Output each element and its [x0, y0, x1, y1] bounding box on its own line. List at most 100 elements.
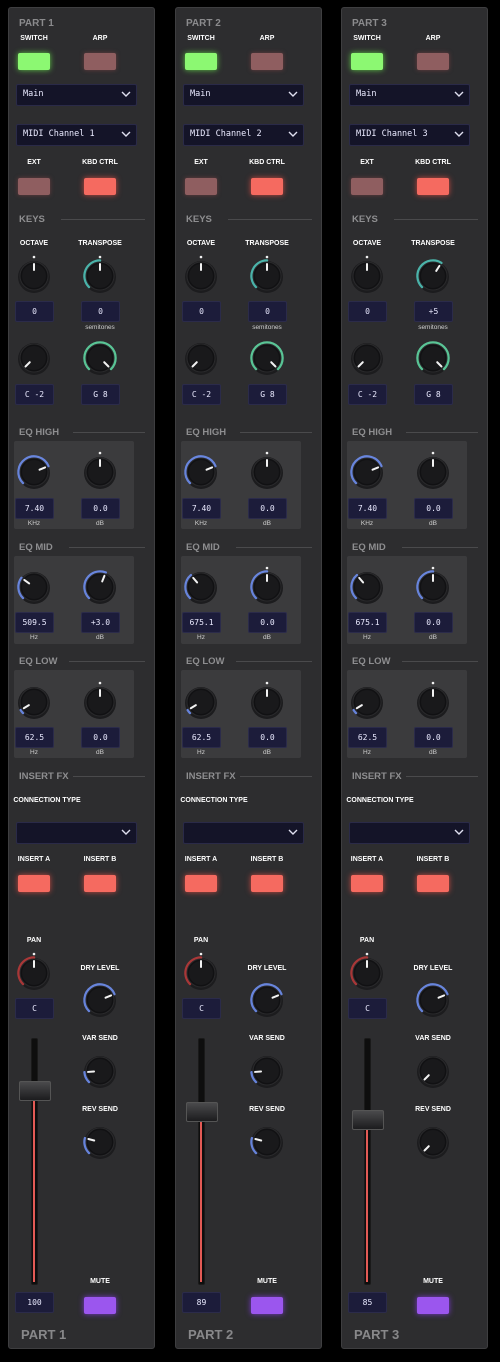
level-fader-handle[interactable]	[352, 1110, 384, 1130]
insert-b-button[interactable]	[84, 875, 116, 892]
mute-button[interactable]	[251, 1297, 283, 1314]
eq-low-freq-unit: Hz	[197, 749, 205, 756]
eq-mid-freq-unit: Hz	[30, 634, 38, 641]
insert-b-label: INSERT B	[83, 856, 117, 863]
output-route-dropdown[interactable]: Main	[183, 84, 304, 106]
connection-type-dropdown[interactable]	[16, 822, 137, 844]
insert-a-button[interactable]	[185, 875, 217, 892]
kbd-ctrl-button[interactable]	[417, 178, 449, 195]
eq-mid-heading: EQ MID	[186, 542, 220, 553]
section-divider	[73, 432, 145, 433]
eq-high-freq-unit: KHz	[360, 520, 374, 527]
ext-button[interactable]	[351, 178, 383, 195]
chevron-down-icon	[454, 829, 464, 835]
mute-button[interactable]	[84, 1297, 116, 1314]
output-route-dropdown[interactable]: Main	[16, 84, 137, 106]
level-fader-fill	[200, 1121, 202, 1282]
eq-high-gain-unit: dB	[429, 520, 437, 527]
section-divider	[406, 776, 478, 777]
arp-button[interactable]	[84, 53, 116, 70]
transpose-unit: semitones	[85, 324, 115, 331]
eq-mid-gain-value: +3.0	[81, 612, 120, 633]
kbd-ctrl-label: KBD CTRL	[82, 159, 118, 166]
section-divider	[69, 661, 145, 662]
pan-value: C	[15, 998, 54, 1019]
level-fader-track[interactable]	[364, 1038, 371, 1285]
part-title: PART 3	[352, 18, 387, 29]
level-value: 89	[182, 1292, 221, 1313]
eq-low-gain-unit: dB	[263, 749, 271, 756]
midi-channel-value: MIDI Channel 2	[190, 129, 262, 139]
kbd-ctrl-button[interactable]	[84, 178, 116, 195]
level-fader-track[interactable]	[198, 1038, 205, 1285]
insert-b-label: INSERT B	[416, 856, 450, 863]
ext-button[interactable]	[18, 178, 50, 195]
eq-low-freq-value: 62.5	[348, 727, 387, 748]
eq-mid-gain-unit: dB	[263, 634, 271, 641]
eq-mid-freq-value: 509.5	[15, 612, 54, 633]
section-divider	[240, 776, 312, 777]
rev-send-knob[interactable]	[176, 8, 283, 1159]
midi-channel-dropdown[interactable]: MIDI Channel 3	[349, 124, 470, 146]
output-route-dropdown[interactable]: Main	[349, 84, 470, 106]
level-fader-handle[interactable]	[19, 1081, 51, 1101]
keys-heading: KEYS	[186, 214, 212, 225]
connection-type-dropdown[interactable]	[183, 822, 304, 844]
dry-level-label: DRY LEVEL	[247, 965, 287, 972]
ext-button[interactable]	[185, 178, 217, 195]
insert-a-button[interactable]	[18, 875, 50, 892]
switch-button[interactable]	[18, 53, 50, 70]
eq-low-gain-value: 0.0	[248, 727, 287, 748]
transpose-label: TRANSPOSE	[245, 240, 289, 247]
level-fader-handle[interactable]	[186, 1102, 218, 1122]
eq-high-freq-value: 7.40	[15, 498, 54, 519]
var-send-label: VAR SEND	[82, 1035, 118, 1042]
var-send-label: VAR SEND	[415, 1035, 451, 1042]
switch-label: SWITCH	[353, 35, 381, 42]
mute-button[interactable]	[417, 1297, 449, 1314]
switch-button[interactable]	[351, 53, 383, 70]
connection-type-dropdown[interactable]	[349, 822, 470, 844]
pan-value: C	[348, 998, 387, 1019]
eq-mid-heading: EQ MID	[352, 542, 386, 553]
octave-value: 0	[182, 301, 221, 322]
note-high-value: G 8	[248, 384, 287, 405]
output-route-value: Main	[190, 89, 211, 99]
section-divider	[406, 432, 478, 433]
arp-button[interactable]	[251, 53, 283, 70]
eq-low-freq-value: 62.5	[182, 727, 221, 748]
chevron-down-icon	[121, 91, 131, 97]
midi-channel-value: MIDI Channel 3	[356, 129, 428, 139]
section-divider	[394, 219, 478, 220]
part-strip-1: PART 1 SWITCH ARP Main MIDI Channel 1 EX…	[8, 7, 155, 1349]
arp-button[interactable]	[417, 53, 449, 70]
connection-type-label: CONNECTION TYPE	[180, 797, 248, 804]
insert-b-button[interactable]	[417, 875, 449, 892]
section-divider	[236, 661, 312, 662]
part-footer-label: PART 2	[188, 1327, 234, 1342]
level-fader-track[interactable]	[31, 1038, 38, 1285]
pan-value: C	[182, 998, 221, 1019]
eq-mid-gain-unit: dB	[429, 634, 437, 641]
insert-b-button[interactable]	[251, 875, 283, 892]
midi-channel-dropdown[interactable]: MIDI Channel 2	[183, 124, 304, 146]
var-send-label: VAR SEND	[249, 1035, 285, 1042]
transpose-label: TRANSPOSE	[411, 240, 455, 247]
midi-channel-dropdown[interactable]: MIDI Channel 1	[16, 124, 137, 146]
section-divider	[240, 432, 312, 433]
insert-a-button[interactable]	[351, 875, 383, 892]
section-divider	[61, 219, 145, 220]
insert-fx-heading: INSERT FX	[19, 771, 69, 782]
chevron-down-icon	[121, 829, 131, 835]
transpose-value: 0	[248, 301, 287, 322]
insert-a-label: INSERT A	[184, 856, 218, 863]
kbd-ctrl-button[interactable]	[251, 178, 283, 195]
pan-label: PAN	[359, 937, 375, 944]
rev-send-knob[interactable]	[9, 8, 116, 1159]
part-title: PART 1	[19, 18, 54, 29]
switch-button[interactable]	[185, 53, 217, 70]
rev-send-knob[interactable]	[342, 8, 449, 1159]
mute-label: MUTE	[257, 1278, 277, 1285]
insert-fx-heading: INSERT FX	[352, 771, 402, 782]
chevron-down-icon	[288, 829, 298, 835]
